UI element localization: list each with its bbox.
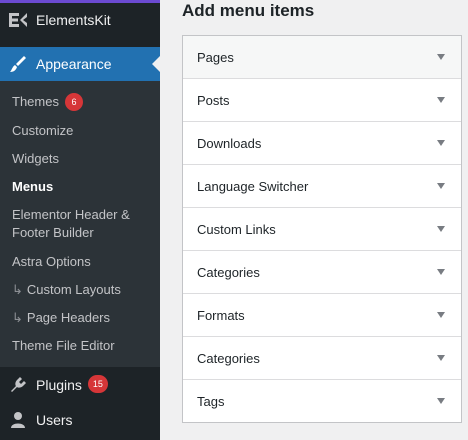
appearance-submenu: Themes 6 Customize Widgets Menus Elemento… (0, 81, 160, 367)
add-menu-items-accordion: Pages Posts Downloads Language Switcher … (182, 35, 462, 423)
accordion-label: Custom Links (197, 221, 276, 237)
accordion-label: Tags (197, 394, 225, 409)
plug-icon (0, 375, 36, 395)
plugins-update-badge: 15 (87, 375, 108, 393)
submenu-item-theme-file-editor[interactable]: Theme File Editor (12, 337, 152, 355)
submenu-item-elementor-header-footer[interactable]: Elementor Header & Footer Builder (12, 206, 152, 242)
caret-down-icon[interactable] (437, 226, 445, 232)
menu-label: Plugins (36, 377, 82, 393)
accordion-downloads[interactable]: Downloads (183, 122, 461, 165)
submenu-label: Menus (12, 179, 54, 194)
submenu-item-custom-layouts[interactable]: ↳ Custom Layouts (12, 281, 152, 299)
paintbrush-icon (0, 54, 36, 74)
accordion-label: Language Switcher (197, 178, 309, 194)
submenu-label: Custom Layouts (26, 282, 121, 297)
submenu-label: Page Headers (26, 310, 111, 325)
accordion-pages[interactable]: Pages (183, 36, 461, 79)
elementskit-icon (0, 12, 36, 28)
accordion-custom-links[interactable]: Custom Links (183, 208, 461, 251)
caret-down-icon[interactable] (437, 183, 445, 189)
menu-item-elementskit[interactable]: ElementsKit (0, 3, 160, 37)
accordion-label: Formats (197, 307, 245, 323)
submenu-label-line1: Elementor Header & (12, 207, 130, 222)
submenu-item-page-headers[interactable]: ↳ Page Headers (12, 309, 152, 327)
caret-down-icon[interactable] (437, 140, 445, 146)
accordion-posts[interactable]: Posts (183, 79, 461, 122)
submenu-label: Widgets (12, 151, 59, 166)
accordion-label: Categories (197, 350, 260, 366)
accordion-label: Categories (197, 264, 260, 280)
accordion-categories-2[interactable]: Categories (183, 337, 461, 380)
submenu-item-themes[interactable]: Themes 6 (12, 92, 152, 112)
menu-item-plugins[interactable]: Plugins 15 (0, 367, 160, 403)
submenu-label-line2: Footer Builder (12, 225, 94, 240)
caret-down-icon[interactable] (437, 97, 445, 103)
accordion-categories[interactable]: Categories (183, 251, 461, 294)
child-arrow-icon: ↳ (12, 282, 23, 297)
menu-item-users[interactable]: Users (0, 402, 160, 438)
caret-down-icon[interactable] (437, 54, 445, 60)
caret-down-icon[interactable] (437, 398, 445, 404)
child-arrow-icon: ↳ (12, 310, 23, 325)
user-icon (0, 410, 36, 430)
caret-down-icon[interactable] (437, 312, 445, 318)
submenu-item-menus[interactable]: Menus (12, 178, 152, 196)
accordion-label: Pages (197, 49, 234, 65)
menu-label: Users (36, 412, 73, 428)
submenu-item-widgets[interactable]: Widgets (12, 150, 152, 168)
submenu-label: Themes (12, 94, 59, 109)
submenu-label: Customize (12, 123, 74, 138)
admin-sidebar: ElementsKit Appearance Themes 6 Customize… (0, 0, 160, 440)
accordion-formats[interactable]: Formats (183, 294, 461, 337)
menu-item-appearance[interactable]: Appearance (0, 47, 160, 81)
themes-update-badge: 6 (64, 92, 83, 111)
accordion-tags[interactable]: Tags (183, 380, 461, 423)
page-title: Add menu items (182, 1, 315, 20)
menu-label: ElementsKit (36, 12, 111, 28)
submenu-label: Theme File Editor (12, 338, 115, 353)
menu-label: Appearance (36, 56, 112, 72)
accordion-label: Posts (197, 92, 230, 108)
caret-down-icon[interactable] (437, 355, 445, 361)
submenu-label: Astra Options (12, 254, 91, 269)
accordion-label: Downloads (197, 135, 262, 151)
accordion-language-switcher[interactable]: Language Switcher (183, 165, 461, 208)
submenu-item-customize[interactable]: Customize (12, 122, 152, 140)
submenu-item-astra-options[interactable]: Astra Options (12, 253, 152, 271)
caret-down-icon[interactable] (437, 269, 445, 275)
